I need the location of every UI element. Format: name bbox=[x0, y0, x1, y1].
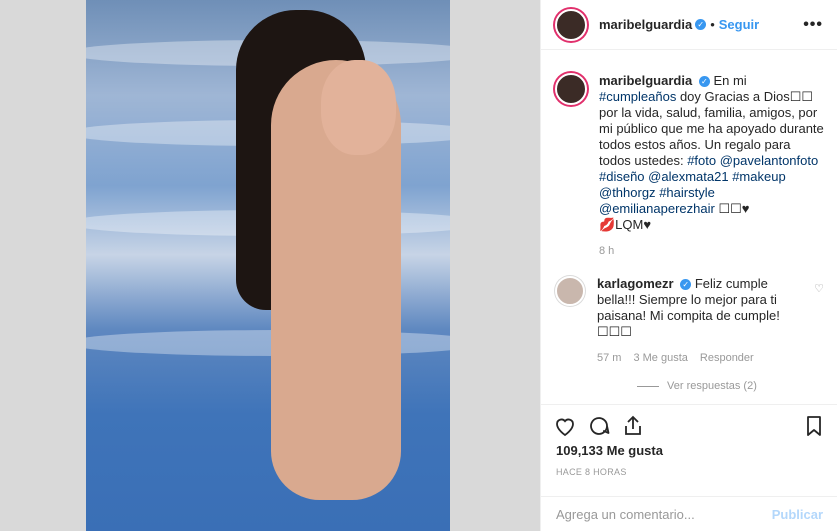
comment-username[interactable]: karlagomezr bbox=[597, 276, 674, 291]
comment-time[interactable]: 57 m bbox=[597, 350, 621, 366]
post-header: maribelguardia ✓ • Seguir ••• bbox=[541, 0, 837, 50]
comment-text: karlagomezr ✓ Feliz cumple bella!!! Siem… bbox=[597, 276, 808, 366]
separator-dot: • bbox=[710, 17, 715, 32]
caption-username[interactable]: maribelguardia bbox=[599, 73, 692, 88]
like-comment-icon[interactable]: ♡ bbox=[814, 282, 824, 366]
verified-badge-icon: ✓ bbox=[695, 19, 707, 30]
hashtag-link[interactable]: #foto bbox=[687, 153, 716, 168]
avatar[interactable] bbox=[555, 8, 587, 41]
photo-face bbox=[321, 60, 396, 155]
avatar[interactable] bbox=[555, 73, 587, 105]
author-username[interactable]: maribelguardia bbox=[599, 17, 692, 32]
hashtag-link[interactable]: #hairstyle bbox=[659, 185, 715, 200]
hashtag-link[interactable]: #makeup bbox=[732, 169, 785, 184]
comment-row: karlagomezr ✓ Feliz cumple bella!!! Siem… bbox=[555, 276, 824, 366]
caption-time[interactable]: 8 h bbox=[599, 243, 614, 259]
view-replies-button[interactable]: Ver respuestas (2) bbox=[637, 380, 824, 392]
likes-label: Me gusta bbox=[606, 443, 663, 458]
avatar[interactable] bbox=[555, 276, 585, 306]
likes-count[interactable]: 109,133 Me gusta bbox=[556, 443, 663, 458]
add-comment-bar: Publicar bbox=[541, 496, 837, 531]
hashtag-link[interactable]: #cumpleaños bbox=[599, 89, 676, 104]
bookmark-icon[interactable] bbox=[802, 414, 826, 443]
mention-link[interactable]: @pavelantonfoto bbox=[720, 153, 819, 168]
verified-badge-icon: ✓ bbox=[680, 279, 692, 290]
comment-input[interactable] bbox=[556, 506, 772, 522]
reply-button[interactable]: Responder bbox=[700, 350, 754, 366]
verified-badge-icon: ✓ bbox=[698, 76, 710, 87]
caption-segment: ☐☐♥ bbox=[718, 201, 750, 216]
replies-divider bbox=[637, 385, 659, 387]
post-modal: maribelguardia ✓ • Seguir ••• maribelgua… bbox=[0, 0, 837, 531]
post-time[interactable]: HACE 8 HORAS bbox=[556, 467, 627, 477]
comments-list[interactable]: maribelguardia ✓ En mi #cumpleaños doy G… bbox=[541, 51, 837, 403]
likes-number: 109,133 bbox=[556, 443, 603, 458]
mention-link[interactable]: @thhorgz bbox=[599, 185, 656, 200]
follow-button[interactable]: Seguir bbox=[719, 17, 759, 32]
publish-button[interactable]: Publicar bbox=[772, 507, 823, 522]
more-options-icon[interactable]: ••• bbox=[803, 16, 823, 34]
view-replies-label: Ver respuestas (2) bbox=[667, 380, 757, 392]
mention-link[interactable]: @alexmata21 bbox=[648, 169, 728, 184]
like-icon[interactable] bbox=[553, 414, 577, 443]
comment-likes[interactable]: 3 Me gusta bbox=[633, 350, 687, 366]
mention-link[interactable]: @emilianaperezhair bbox=[599, 201, 715, 216]
caption-segment: 💋LQM♥ bbox=[599, 217, 652, 232]
hashtag-link[interactable]: #diseño bbox=[599, 169, 645, 184]
share-icon[interactable] bbox=[621, 414, 645, 443]
post-photo[interactable] bbox=[86, 0, 450, 531]
comment-icon[interactable] bbox=[587, 414, 611, 443]
caption-text: maribelguardia ✓ En mi #cumpleaños doy G… bbox=[599, 73, 824, 259]
caption-row: maribelguardia ✓ En mi #cumpleaños doy G… bbox=[555, 73, 824, 259]
post-side-panel: maribelguardia ✓ • Seguir ••• maribelgua… bbox=[540, 0, 837, 531]
caption-segment: En mi bbox=[713, 73, 747, 88]
